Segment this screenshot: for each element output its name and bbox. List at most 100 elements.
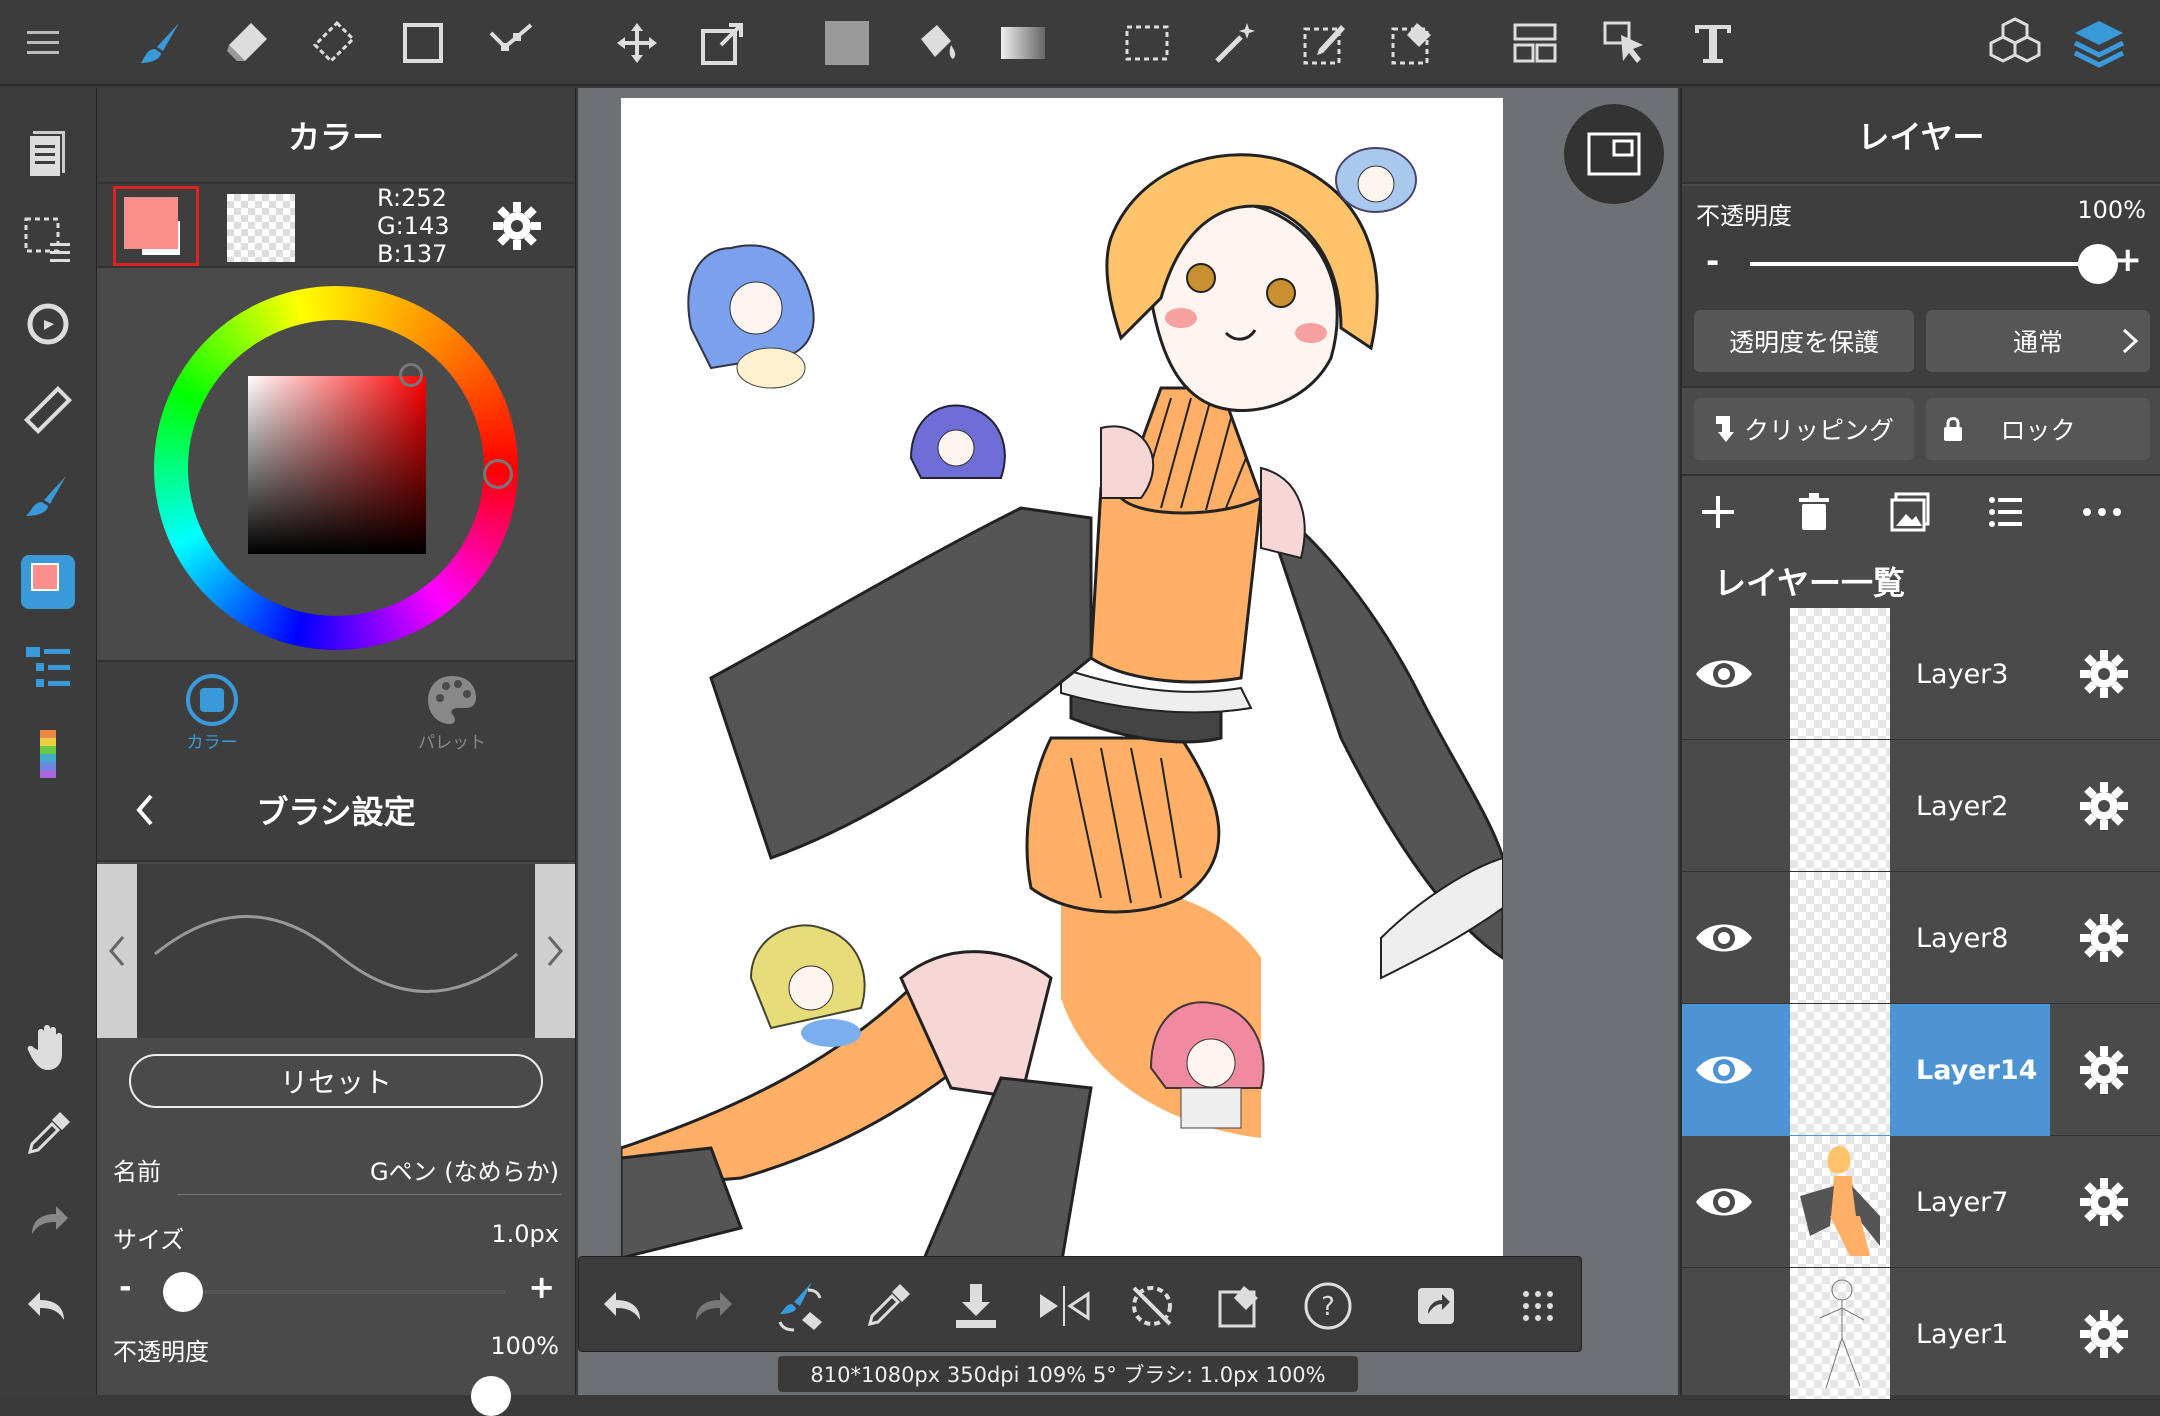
layer-row[interactable]: Layer7 — [1682, 1136, 2160, 1268]
layer-opacity-plus[interactable]: + — [2114, 240, 2143, 280]
layer-settings-gear-icon[interactable] — [2076, 1042, 2132, 1098]
gradient-tool-icon[interactable] — [988, 8, 1058, 78]
layers-icon[interactable] — [2064, 8, 2134, 78]
tab-color[interactable]: カラー — [137, 672, 287, 758]
current-color-swatch[interactable] — [113, 186, 199, 266]
hand-tool-icon[interactable] — [10, 1010, 86, 1086]
name-divider — [177, 1194, 561, 1195]
transform-tool-icon[interactable] — [688, 8, 758, 78]
brush-name-value[interactable]: Gペン (なめらか) — [370, 1152, 559, 1187]
canvas-area[interactable]: ? 810*1080px 350dpi 109% 5° ブラシ: 1.0px 1… — [578, 88, 1678, 1395]
size-slider-thumb[interactable] — [163, 1272, 203, 1312]
sv-picker-handle[interactable] — [399, 363, 423, 387]
add-layer-icon[interactable] — [1690, 484, 1746, 540]
eraser-tool-icon[interactable] — [212, 8, 282, 78]
snap-brush-icon[interactable] — [10, 458, 86, 534]
brush-prev-button[interactable] — [97, 864, 137, 1038]
layer-settings-gear-icon[interactable] — [2076, 778, 2132, 834]
hue-handle[interactable] — [483, 459, 513, 489]
layer-row[interactable]: Layer3 — [1682, 608, 2160, 740]
undo-icon[interactable] — [589, 1271, 659, 1341]
visibility-eye-icon[interactable] — [1692, 1040, 1756, 1100]
visibility-eye-icon[interactable] — [1692, 908, 1756, 968]
layer-name: Layer1 — [1916, 1318, 2009, 1350]
operation-tool-icon[interactable] — [1590, 8, 1660, 78]
help-icon[interactable]: ? — [1293, 1271, 1363, 1341]
fill-color-tool-icon[interactable] — [812, 8, 882, 78]
layer-settings-gear-icon[interactable] — [2076, 1174, 2132, 1230]
layer-settings-gear-icon[interactable] — [2076, 1306, 2132, 1362]
swap-brush-eraser-icon[interactable] — [765, 1271, 835, 1341]
material-icon[interactable] — [1980, 8, 2050, 78]
blur-eraser-tool-icon[interactable] — [298, 8, 368, 78]
lock-button[interactable]: ロック — [1926, 398, 2150, 460]
select-eraser-tool-icon[interactable] — [1378, 8, 1448, 78]
polyline-tool-icon[interactable] — [476, 8, 546, 78]
magic-wand-tool-icon[interactable] — [1200, 8, 1270, 78]
protect-alpha-button[interactable]: 透明度を保護 — [1694, 310, 1914, 372]
frame-divider-tool-icon[interactable] — [1500, 8, 1570, 78]
delete-layer-icon[interactable] — [1786, 484, 1842, 540]
opacity-slider-thumb[interactable] — [471, 1376, 511, 1416]
selection-menu-icon[interactable] — [10, 200, 86, 276]
brush-next-button[interactable] — [535, 864, 575, 1038]
share-icon[interactable] — [1401, 1271, 1471, 1341]
flip-horizontal-icon[interactable] — [1029, 1271, 1099, 1341]
select-pen-tool-icon[interactable] — [1290, 8, 1360, 78]
secondary-color-swatch[interactable] — [227, 194, 295, 262]
eyedropper-icon[interactable] — [853, 1271, 923, 1341]
visibility-eye-icon[interactable] — [1692, 1172, 1756, 1232]
tab-palette[interactable]: パレット — [377, 672, 527, 758]
menu-icon[interactable] — [8, 8, 78, 78]
blend-mode-button[interactable]: 通常 — [1926, 310, 2150, 372]
layer-panel: レイヤー 不透明度 100% - + 透明度を保護 通常 クリッピング ロック … — [1680, 88, 2160, 1400]
color-settings-gear-icon[interactable] — [491, 200, 543, 256]
fullscreen-toggle-button[interactable] — [1564, 104, 1664, 204]
size-plus-button[interactable]: + — [528, 1268, 555, 1306]
undo-sidebar-icon[interactable] — [10, 1268, 86, 1344]
layer-settings-gear-icon[interactable] — [2076, 910, 2132, 966]
save-download-icon[interactable] — [941, 1271, 1011, 1341]
layer-row[interactable]: Layer8 — [1682, 872, 2160, 1004]
layer-opacity-minus[interactable]: - — [1706, 242, 1719, 280]
layer-row-selected[interactable]: Layer14 — [1682, 1004, 2160, 1136]
layer-opacity-label: 不透明度 — [1696, 202, 1792, 230]
ruler-icon[interactable] — [10, 372, 86, 448]
redo-sidebar-icon[interactable] — [10, 1182, 86, 1258]
layer-list-icon[interactable] — [10, 630, 86, 706]
add-image-layer-icon[interactable] — [1882, 484, 1938, 540]
size-slider-track[interactable] — [171, 1290, 505, 1294]
page-manager-icon[interactable] — [10, 114, 86, 190]
color-swatch-icon[interactable] — [10, 544, 86, 620]
layer-opacity-thumb[interactable] — [2078, 244, 2118, 284]
layer-row[interactable]: Layer2 — [1682, 740, 2160, 872]
bucket-tool-icon[interactable] — [902, 8, 972, 78]
layer-thumbnail — [1790, 1268, 1890, 1399]
layer-row[interactable]: Layer1 — [1682, 1268, 2160, 1400]
drawing-canvas[interactable] — [621, 98, 1503, 1266]
more-options-icon[interactable] — [1503, 1271, 1573, 1341]
layer-list-options-icon[interactable] — [1978, 484, 2034, 540]
select-tool-icon[interactable] — [1112, 8, 1182, 78]
reset-rotation-icon[interactable] — [1117, 1271, 1187, 1341]
text-tool-icon[interactable] — [1678, 8, 1748, 78]
size-minus-button[interactable]: - — [119, 1270, 131, 1305]
layer-more-icon[interactable] — [2074, 484, 2130, 540]
clear-selection-icon[interactable] — [1205, 1271, 1275, 1341]
brush-tool-icon[interactable] — [126, 8, 196, 78]
eyedropper-sidebar-icon[interactable] — [10, 1096, 86, 1172]
brush-settings-panel: ブラシ設定 リセット 名前 Gペン (なめらか) サイズ 1.0px - + 不… — [96, 760, 576, 1416]
color-palette-strip-icon[interactable] — [10, 716, 86, 792]
brush-size-label: サイズ — [113, 1226, 185, 1254]
shape-tool-icon[interactable] — [388, 8, 458, 78]
layer-opacity-track[interactable] — [1750, 262, 2104, 266]
move-tool-icon[interactable] — [602, 8, 672, 78]
saturation-value-square[interactable] — [248, 376, 426, 554]
layer-name: Layer7 — [1916, 1186, 2009, 1218]
rotate-view-icon[interactable] — [10, 286, 86, 362]
reset-button[interactable]: リセット — [129, 1054, 543, 1108]
layer-settings-gear-icon[interactable] — [2076, 646, 2132, 702]
visibility-eye-icon[interactable] — [1692, 644, 1756, 704]
clipping-button[interactable]: クリッピング — [1694, 398, 1914, 460]
redo-icon[interactable] — [677, 1271, 747, 1341]
